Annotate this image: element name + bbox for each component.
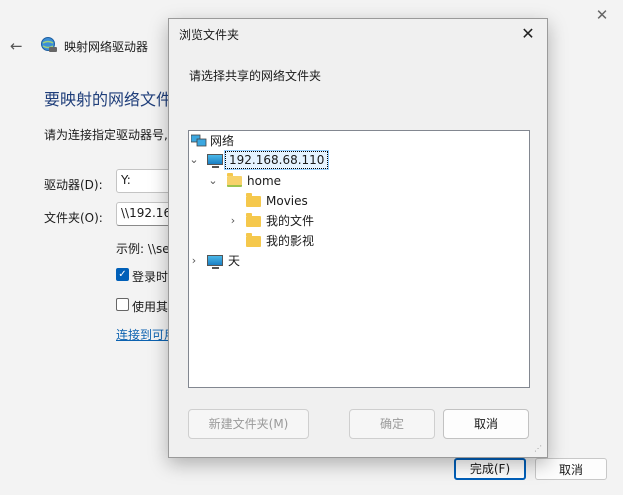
wizard-title: 映射网络驱动器 bbox=[64, 40, 149, 54]
chevron-right-icon[interactable]: › bbox=[227, 211, 239, 231]
tree-label: 我的文件 bbox=[266, 214, 315, 228]
folder-icon bbox=[246, 213, 261, 227]
back-arrow-icon[interactable]: ← bbox=[10, 36, 30, 56]
tree-label: Movies bbox=[266, 194, 308, 208]
wizard-close-icon[interactable]: ✕ bbox=[590, 4, 614, 26]
new-folder-button[interactable]: 新建文件夹(M) bbox=[188, 409, 309, 439]
tree-label: 我的影视 bbox=[266, 234, 315, 248]
chevron-down-icon[interactable]: ⌄ bbox=[207, 171, 219, 191]
wizard-cancel-button[interactable]: 取消 bbox=[535, 458, 607, 480]
other-credentials-label: 使用其 bbox=[132, 300, 169, 314]
folder-label: 文件夹(O): bbox=[44, 211, 103, 225]
connect-link[interactable]: 连接到可用 bbox=[116, 326, 176, 343]
network-icon bbox=[191, 134, 207, 147]
folder-tree[interactable]: 网络 ⌄ 192.168.68.110 ⌄ home Movies › 我的文件… bbox=[188, 130, 530, 388]
ok-button[interactable]: 确定 bbox=[349, 409, 435, 439]
dialog-prompt: 请选择共享的网络文件夹 bbox=[189, 69, 322, 83]
chevron-right-icon[interactable]: › bbox=[189, 251, 200, 271]
computer-icon bbox=[207, 154, 223, 168]
finish-button[interactable]: 完成(F) bbox=[454, 458, 526, 480]
other-credentials-checkbox[interactable] bbox=[116, 298, 129, 311]
reconnect-checkbox[interactable]: ✓ bbox=[116, 268, 129, 281]
tree-label: home bbox=[247, 174, 282, 188]
computer-icon bbox=[207, 255, 223, 269]
chevron-down-icon[interactable]: ⌄ bbox=[189, 150, 200, 170]
wizard-heading: 要映射的网络文件 bbox=[44, 90, 173, 109]
drive-label: 驱动器(D): bbox=[44, 178, 103, 192]
network-drive-icon bbox=[41, 37, 57, 52]
browse-folder-dialog: 浏览文件夹 ✕ 请选择共享的网络文件夹 网络 ⌄ 192.168.68.110 … bbox=[168, 18, 548, 458]
folder-icon bbox=[246, 193, 261, 207]
cancel-button[interactable]: 取消 bbox=[443, 409, 529, 439]
dialog-close-icon[interactable]: ✕ bbox=[517, 23, 539, 45]
reconnect-label: 登录时 bbox=[132, 270, 169, 284]
wizard-instruction: 请为连接指定驱动器号, bbox=[44, 128, 168, 142]
folder-input[interactable]: \\192.168 bbox=[116, 202, 176, 226]
example-text: 示例: \\se bbox=[116, 242, 170, 256]
folder-open-icon bbox=[227, 173, 242, 187]
drive-select[interactable]: Y: bbox=[116, 169, 176, 193]
folder-icon bbox=[246, 233, 261, 247]
tree-label: 天 bbox=[228, 254, 241, 268]
tree-label: 192.168.68.110 bbox=[223, 150, 330, 170]
resize-grip-icon[interactable]: ⋰ bbox=[534, 444, 544, 454]
dialog-title: 浏览文件夹 bbox=[179, 28, 240, 42]
tree-label: 网络 bbox=[210, 134, 235, 148]
